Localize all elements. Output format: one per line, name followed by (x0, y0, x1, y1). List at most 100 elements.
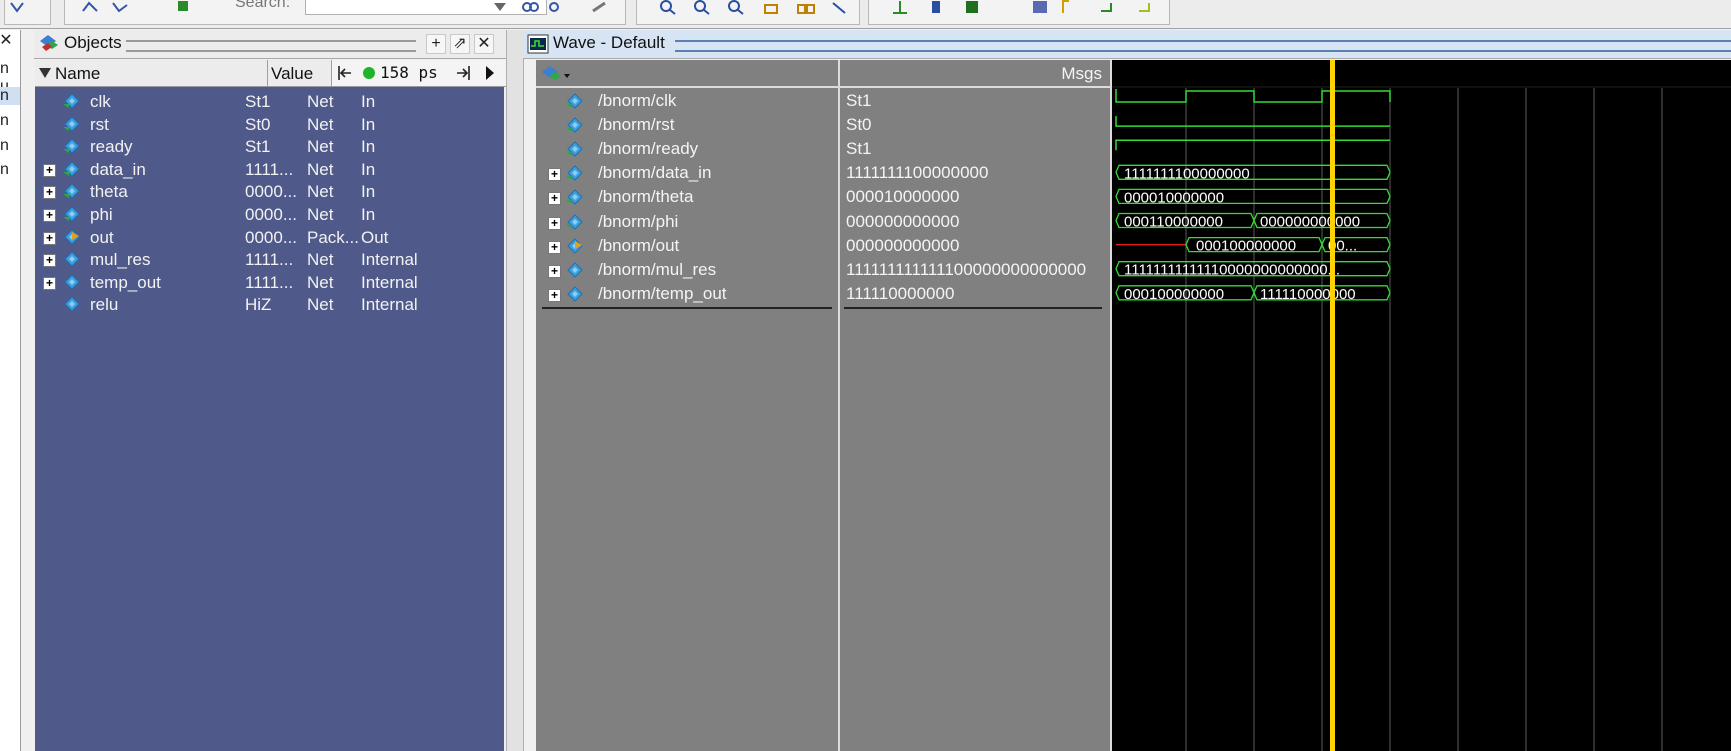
search-label: Search: (235, 0, 291, 11)
object-row[interactable]: rst St0 Net In (35, 112, 504, 137)
expand-icon[interactable]: + (43, 231, 56, 245)
object-name: theta (90, 182, 128, 202)
sort-down-icon[interactable] (39, 68, 51, 78)
sliver-line[interactable]: n (0, 112, 9, 130)
wave-next-edge-icon[interactable] (1137, 0, 1155, 16)
waveform-canvas[interactable]: 1111111100000000 000010000000 000110000000… (1112, 60, 1731, 751)
undock-icon[interactable]: ⇗ (450, 34, 470, 54)
wave-edge-icon[interactable] (1059, 0, 1077, 16)
search-backward-icon[interactable] (545, 0, 563, 16)
objects-list: clk St1 Net In rst St0 Net In ready St1 Net In + data… (35, 87, 504, 751)
wave-signal-row[interactable]: /bnorm/clk (536, 88, 838, 114)
wave-signal-row[interactable]: + /bnorm/data_in (536, 160, 838, 186)
expand-icon[interactable]: + (548, 192, 561, 206)
internal-signal-icon (61, 295, 83, 313)
delete-cursor-icon[interactable] (963, 0, 981, 16)
expand-icon[interactable]: + (43, 186, 56, 200)
wave-signal-value: St1 (846, 91, 872, 110)
wave-signal-row[interactable]: + /bnorm/theta (536, 184, 838, 210)
dataflow-icon[interactable] (175, 0, 193, 16)
object-row[interactable]: ready St1 Net In (35, 134, 504, 159)
object-row[interactable]: + phi 0000... Net In (35, 202, 504, 227)
close-icon[interactable]: ✕ (0, 32, 14, 50)
toolbar-group-run (4, 0, 51, 25)
object-value: 1111... (245, 272, 294, 292)
trace-forward-icon[interactable] (111, 0, 129, 16)
prev-time-icon[interactable] (336, 64, 354, 82)
trace-back-icon[interactable] (81, 0, 99, 16)
search-input[interactable] (305, 0, 547, 15)
panel-splitter[interactable] (506, 30, 524, 751)
zoom-select-icon[interactable] (831, 0, 849, 16)
wave-values-header: Msgs (840, 60, 1110, 88)
column-name[interactable]: Name (55, 64, 100, 84)
wave-signal-path: /bnorm/theta (598, 187, 694, 207)
next-time-icon[interactable] (454, 64, 472, 82)
insert-cursor-icon[interactable] (891, 0, 909, 16)
object-row[interactable]: clk St1 Net In (35, 89, 504, 114)
expand-icon[interactable]: + (548, 288, 561, 302)
wave-add-signal-icon[interactable] (540, 62, 576, 84)
sliver-line[interactable]: n (0, 161, 9, 179)
time-cursor (1330, 60, 1335, 751)
expand-icon[interactable]: + (43, 209, 56, 222)
toolbar-group-zoom (636, 0, 860, 25)
wave-signal-row[interactable]: /bnorm/ready (536, 136, 838, 162)
wave-signal-value: 1111111100000000 (846, 163, 989, 183)
step-icon[interactable] (9, 0, 27, 16)
rst-waveform (1115, 116, 1390, 127)
expand-icon[interactable]: + (548, 216, 561, 230)
wave-signal-values: Msgs St1 St0 St1 1111111100000000 0000100000… (840, 60, 1112, 751)
search-options-icon[interactable] (491, 0, 509, 16)
object-row[interactable]: + out 0000... Pack... Out (35, 225, 504, 250)
object-value: 1111... (245, 159, 294, 179)
object-mode: In (361, 137, 376, 157)
expand-icon[interactable]: + (548, 264, 561, 278)
find-icon[interactable] (591, 0, 609, 16)
theta-bus-label: 000010000000 (1124, 189, 1224, 206)
wave-signal-row[interactable]: + /bnorm/temp_out (536, 281, 838, 307)
column-value[interactable]: Value (271, 64, 313, 84)
zoom-cursor-icon[interactable] (763, 0, 781, 16)
zoom-full-icon[interactable] (659, 0, 677, 16)
object-value: 0000... (245, 182, 297, 202)
input-port-icon (61, 205, 83, 223)
object-value: St1 (245, 137, 271, 157)
sliver-line[interactable]: n (0, 87, 20, 105)
wave-prev-edge-icon[interactable] (1099, 0, 1117, 16)
wave-signal-row[interactable]: + /bnorm/phi (536, 209, 838, 235)
search-forward-icon[interactable] (521, 0, 539, 16)
expand-icon[interactable]: + (548, 168, 561, 182)
zoom-in-icon[interactable] (693, 0, 711, 16)
object-value: HiZ (245, 295, 272, 315)
expand-icon[interactable]: + (548, 240, 561, 254)
wave-expand-icon[interactable] (1031, 0, 1049, 16)
wave-signal-row[interactable]: + /bnorm/out (536, 233, 838, 259)
object-row[interactable]: + data_in 1111... Net In (35, 157, 504, 182)
time-selector[interactable]: 158 ps (331, 60, 508, 86)
expand-icon[interactable]: + (43, 163, 56, 177)
object-kind: Net (307, 272, 334, 292)
object-row[interactable]: + temp_out 1111... Net Internal (35, 270, 504, 295)
input-port-icon (61, 182, 83, 200)
titlebar-grip[interactable] (675, 40, 1731, 52)
titlebar-grip[interactable] (126, 40, 416, 52)
expand-icon[interactable]: + (43, 276, 56, 290)
scroll-right-icon[interactable] (484, 66, 496, 80)
close-icon[interactable]: ✕ (474, 34, 494, 54)
objects-column-header: Name Value 158 ps (35, 60, 508, 87)
wave-signal-value: 000010000000 (846, 187, 960, 207)
sliver-line[interactable]: n (0, 137, 9, 155)
expand-icon[interactable]: + (43, 254, 56, 268)
input-port-icon (564, 92, 586, 110)
object-row[interactable]: relu HiZ Net Internal (35, 292, 504, 317)
zoom-region-icon[interactable] (797, 0, 815, 16)
object-row[interactable]: + mul_res 1111... Net Internal (35, 247, 504, 272)
object-row[interactable]: + theta 0000... Net In (35, 179, 504, 204)
lock-cursor-icon[interactable] (927, 0, 945, 16)
add-icon[interactable]: + (426, 34, 446, 54)
wave-signal-row[interactable]: + /bnorm/mul_res (536, 257, 838, 283)
wave-signal-row[interactable]: /bnorm/rst (536, 112, 838, 138)
zoom-out-icon[interactable] (727, 0, 745, 16)
data_in-bus-label: 1111111100000000 (1124, 165, 1250, 182)
